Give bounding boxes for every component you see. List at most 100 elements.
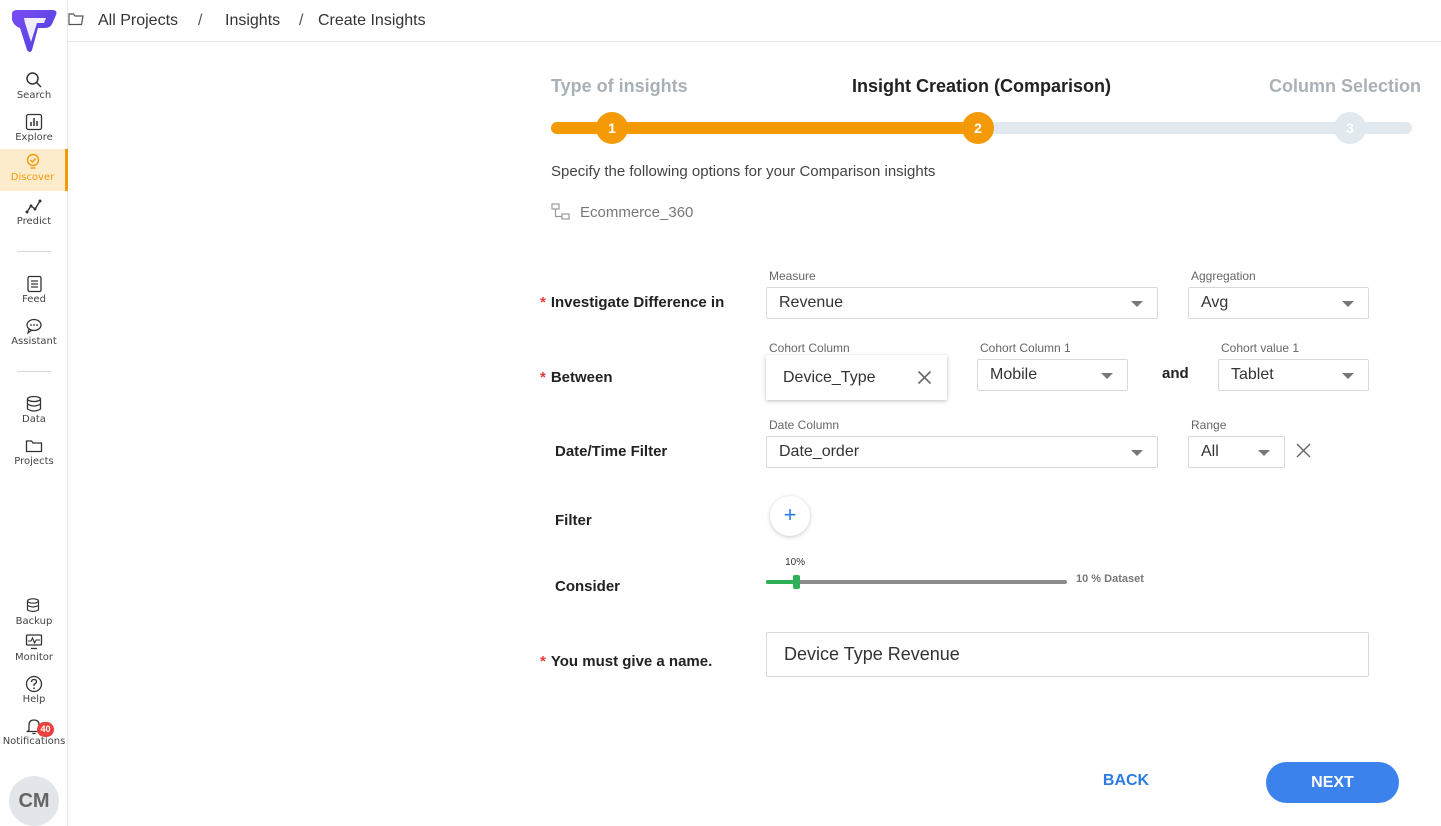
nav-notifications[interactable]: Notifications: [0, 717, 68, 757]
nav-assistant-label: Assistant: [11, 336, 57, 347]
chevron-down-icon: [1342, 373, 1354, 379]
sidebar-divider: [17, 371, 51, 372]
breadcrumb-separator: /: [198, 12, 203, 29]
measure-label: Measure: [769, 269, 816, 283]
app-logo[interactable]: [8, 6, 60, 56]
cohort-column-value: Device_Type: [783, 368, 876, 386]
cohort-column-label: Cohort Column: [769, 341, 850, 355]
name-label-text: You must give a name.: [550, 653, 713, 670]
cohort-column1-select[interactable]: Mobile: [977, 359, 1128, 391]
cohort-value1-label: Cohort value 1: [1221, 341, 1300, 355]
step-1-label: Type of insights: [551, 76, 688, 96]
slider-fill: [766, 580, 797, 584]
aggregation-select[interactable]: Avg: [1188, 287, 1369, 319]
bar-chart-icon: [25, 113, 43, 131]
nav-data-label: Data: [22, 414, 46, 425]
dataset-slider[interactable]: [766, 575, 1067, 589]
feed-icon: [27, 275, 42, 293]
nav-projects-label: Projects: [14, 456, 54, 467]
notification-badge: 40: [37, 722, 54, 737]
step-1-dot: 1: [596, 112, 628, 144]
sidebar-divider: [17, 251, 51, 252]
nav-monitor[interactable]: Monitor: [0, 633, 68, 673]
cohort-column-chip[interactable]: Device_Type: [766, 355, 947, 400]
chevron-down-icon: [1258, 450, 1270, 456]
folder-icon: [25, 440, 43, 453]
date-column-label: Date Column: [769, 418, 840, 432]
help-icon: [25, 675, 43, 693]
nav-search-label: Search: [16, 90, 52, 101]
between-label: * Between: [540, 369, 613, 386]
form-description: Specify the following options for your C…: [551, 163, 936, 180]
nav-feed[interactable]: Feed: [0, 275, 68, 315]
nav-help-label: Help: [22, 694, 46, 705]
breadcrumb: All Projects / Insights / Create Insight…: [68, 0, 1441, 42]
nav-predict[interactable]: Predict: [0, 197, 68, 237]
range-select[interactable]: All: [1188, 436, 1285, 468]
step-3-dot: 3: [1334, 112, 1366, 144]
step-2-dot: 2: [962, 112, 994, 144]
slider-dataset-label: 10 % Dataset: [1076, 573, 1144, 585]
nav-backup-label: Backup: [15, 616, 53, 627]
back-button[interactable]: BACK: [1096, 763, 1156, 799]
required-marker: *: [540, 369, 546, 386]
breadcrumb-create-insights: Create Insights: [318, 12, 426, 29]
cohort-column1-value: Mobile: [990, 366, 1038, 383]
range-value: All: [1201, 443, 1219, 460]
nav-predict-label: Predict: [16, 216, 52, 227]
chevron-down-icon: [1131, 450, 1143, 456]
aggregation-label: Aggregation: [1191, 269, 1256, 283]
avatar[interactable]: CM: [9, 776, 59, 826]
slider-value-label: 10%: [785, 557, 806, 568]
sidebar: Search Explore Discover Predict Feed Ass…: [0, 0, 68, 826]
chat-icon: [26, 318, 42, 335]
required-marker: *: [540, 294, 546, 311]
investigate-label-text: Investigate Difference in: [550, 294, 725, 311]
slider-handle[interactable]: [793, 575, 801, 589]
breadcrumb-all-projects[interactable]: All Projects: [98, 12, 178, 30]
cohort-value1-value: Tablet: [1231, 366, 1274, 383]
nav-help[interactable]: Help: [0, 675, 68, 715]
nav-data[interactable]: Data: [0, 395, 68, 435]
search-icon: [26, 72, 42, 88]
backup-icon: [26, 598, 40, 613]
chevron-down-icon: [1101, 373, 1113, 379]
date-column-select[interactable]: Date_order: [766, 436, 1158, 468]
breadcrumb-insights[interactable]: Insights: [225, 12, 280, 30]
insight-name-input[interactable]: Device Type Revenue: [766, 632, 1369, 677]
nav-projects[interactable]: Projects: [0, 437, 68, 477]
filter-label: Filter: [555, 512, 592, 529]
nav-discover[interactable]: Discover: [0, 149, 68, 191]
nav-assistant[interactable]: Assistant: [0, 317, 68, 357]
add-filter-button[interactable]: +: [770, 496, 810, 536]
range-label: Range: [1191, 418, 1227, 432]
investigate-label: * Investigate Difference in: [540, 294, 724, 311]
step-3-label: Column Selection: [1269, 76, 1422, 96]
clear-date-filter-icon[interactable]: [1296, 443, 1311, 458]
between-label-text: Between: [550, 369, 613, 386]
close-icon[interactable]: [917, 370, 932, 385]
next-button[interactable]: NEXT: [1266, 762, 1399, 803]
date-column-value: Date_order: [779, 443, 860, 460]
dataset-label: Ecommerce_360: [580, 203, 694, 221]
date-filter-label: Date/Time Filter: [555, 443, 668, 460]
nav-monitor-label: Monitor: [14, 652, 53, 663]
cohort-value1-select[interactable]: Tablet: [1218, 359, 1369, 391]
aggregation-value: Avg: [1201, 294, 1229, 311]
nav-search[interactable]: Search: [0, 71, 68, 111]
measure-value: Revenue: [779, 294, 844, 311]
chevron-down-icon: [1342, 301, 1354, 307]
slider-rail: [766, 580, 1067, 584]
nav-discover-label: Discover: [10, 172, 55, 183]
dataset-name: Ecommerce_360: [551, 202, 693, 222]
nav-feed-label: Feed: [22, 294, 46, 305]
table-relation-icon: [551, 203, 570, 220]
nav-explore[interactable]: Explore: [0, 113, 68, 153]
database-icon: [26, 395, 42, 412]
name-label: * You must give a name.: [540, 653, 712, 670]
breadcrumb-separator: /: [299, 12, 304, 29]
nav-backup[interactable]: Backup: [0, 597, 68, 637]
measure-select[interactable]: Revenue: [766, 287, 1158, 319]
bulb-icon: [26, 153, 39, 169]
nav-notifications-label: Notifications: [2, 736, 66, 747]
